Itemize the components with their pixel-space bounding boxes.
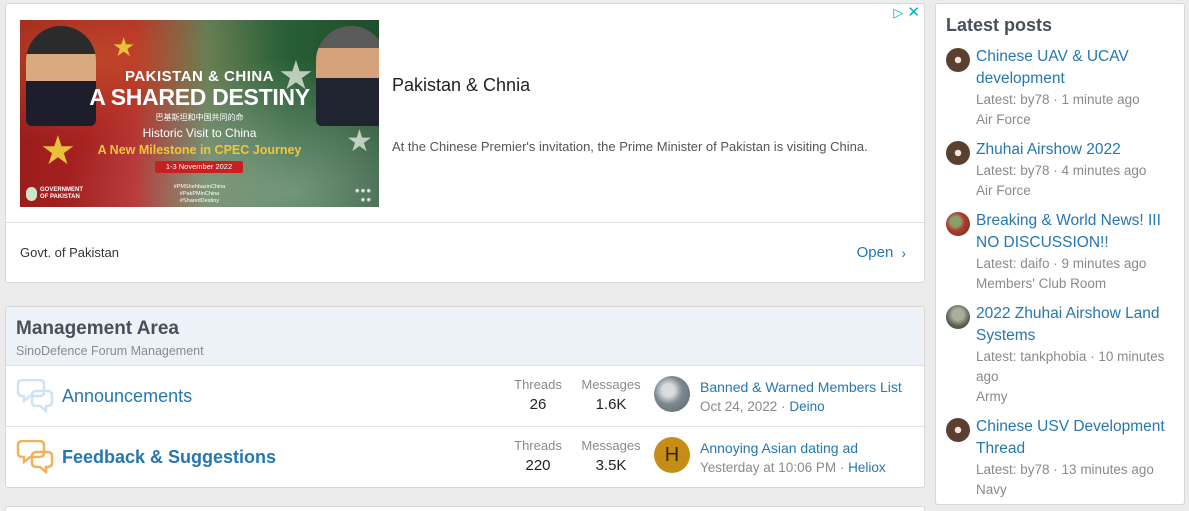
ad-title[interactable]: Pakistan & Chnia <box>392 75 530 96</box>
last-post-title[interactable]: Annoying Asian dating ad <box>700 440 858 456</box>
ad-description: At the Chinese Premier's invitation, the… <box>392 139 868 154</box>
latest-post-item: 2022 Zhuhai Airshow Land Systems Latest:… <box>946 303 1178 407</box>
latest-post-title[interactable]: 2022 Zhuhai Airshow Land Systems <box>976 303 1178 347</box>
ad-open-button[interactable]: Open › <box>857 244 906 261</box>
threads-stat: Threads 26 <box>503 377 573 413</box>
avatar[interactable] <box>946 48 970 72</box>
category-header: Management Area SinoDefence Forum Manage… <box>6 307 924 366</box>
forum-node-title[interactable]: Announcements <box>62 386 192 407</box>
latest-post-item: Breaking & World News! III NO DISCUSSION… <box>946 210 1178 294</box>
ad-headline-cpec: A New Milestone in CPEC Journey <box>97 143 302 157</box>
ad-choices[interactable]: ▷ ✕ <box>893 5 920 20</box>
category-block-management: Management Area SinoDefence Forum Manage… <box>5 306 925 488</box>
threads-count: 220 <box>525 457 551 474</box>
latest-post-forum[interactable]: Navy <box>976 480 1178 500</box>
close-icon[interactable]: ✕ <box>907 5 920 20</box>
last-post-date[interactable]: Oct 24, 2022 <box>700 399 777 414</box>
social-handles-icon: ◉ ◉ ◉ ◉ ◉ <box>355 188 371 203</box>
latest-post-item: Zhuhai Airshow 2022 Latest: by78 · 4 min… <box>946 139 1178 201</box>
category-description: SinoDefence Forum Management <box>16 344 204 358</box>
messages-label: Messages <box>581 438 641 453</box>
latest-posts-widget: Latest posts Chinese UAV & UCAV developm… <box>935 3 1185 505</box>
category-title[interactable]: Management Area <box>16 318 914 340</box>
latest-post-item: Chinese USV Development Thread Latest: b… <box>946 416 1178 500</box>
ad-headline-chinese: 巴基斯坦和中国共同的命 <box>155 113 244 122</box>
latest-post-meta[interactable]: Latest: daifo · 9 minutes ago <box>976 254 1178 274</box>
latest-post-forum[interactable]: Air Force <box>976 110 1178 130</box>
adchoices-icon[interactable]: ▷ <box>893 6 903 20</box>
threads-count: 26 <box>529 396 547 413</box>
latest-post-forum[interactable]: Members' Club Room <box>976 274 1178 294</box>
last-post-user[interactable]: Heliox <box>848 460 886 475</box>
avatar[interactable] <box>946 141 970 165</box>
ad-open-label: Open <box>856 244 894 261</box>
forum-node-feedback: Feedback & Suggestions Threads 220 Messa… <box>6 427 924 487</box>
meta-separator: · <box>839 460 845 475</box>
gov-logo: GOVERNMENT OF PAKISTAN <box>26 187 83 201</box>
last-post-meta: Oct 24, 2022 · Deino <box>700 399 825 414</box>
latest-post-meta[interactable]: Latest: tankphobia · 10 minutes ago <box>976 347 1178 387</box>
avatar[interactable] <box>946 418 970 442</box>
latest-post-meta[interactable]: Latest: by78 · 4 minutes ago <box>976 161 1178 181</box>
chat-bubbles-icon <box>16 379 54 413</box>
ad-headline-top: PAKISTAN & CHINA <box>124 68 275 85</box>
threads-label: Threads <box>514 438 562 453</box>
messages-stat: Messages 3.5K <box>576 438 646 474</box>
next-category-block <box>5 506 925 511</box>
widget-title: Latest posts <box>946 15 1053 35</box>
advertisement[interactable]: ▷ ✕ ★ ★ ★ ★ PAKISTAN & CHINA A SHARED DE… <box>5 3 925 283</box>
last-post-title[interactable]: Banned & Warned Members List <box>700 379 902 395</box>
latest-post-item: Chinese UAV & UCAV development Latest: b… <box>946 46 1178 130</box>
last-post-user[interactable]: Deino <box>789 399 824 414</box>
avatar[interactable] <box>946 212 970 236</box>
star-icon: ★ <box>112 32 136 62</box>
divider <box>6 222 924 223</box>
latest-post-forum[interactable]: Air Force <box>976 181 1178 201</box>
gov-logo-line: GOVERNMENT <box>40 187 84 193</box>
ad-date: 1-3 November 2022 <box>155 161 243 173</box>
latest-post-title[interactable]: Breaking & World News! III NO DISCUSSION… <box>976 210 1178 254</box>
threads-label: Threads <box>514 377 562 392</box>
last-post-date[interactable]: Yesterday at 10:06 PM <box>700 460 836 475</box>
messages-stat: Messages 1.6K <box>576 377 646 413</box>
ad-source: Govt. of Pakistan <box>20 245 119 260</box>
latest-post-title[interactable]: Zhuhai Airshow 2022 <box>976 139 1178 161</box>
ad-headline-visit: Historic Visit to China <box>142 126 257 140</box>
forum-node-announcements: Announcements Threads 26 Messages 1.6K B… <box>6 366 924 427</box>
messages-label: Messages <box>581 377 641 392</box>
messages-count: 1.6K <box>595 396 627 413</box>
avatar[interactable] <box>946 305 970 329</box>
messages-count: 3.5K <box>595 457 627 474</box>
latest-post-forum[interactable]: Army <box>976 387 1178 407</box>
meta-separator: · <box>781 399 786 414</box>
ad-headline-main: A SHARED DESTINY <box>89 84 310 110</box>
latest-post-title[interactable]: Chinese UAV & UCAV development <box>976 46 1178 90</box>
gov-logo-line: OF PAKISTAN <box>40 194 80 200</box>
forum-node-title[interactable]: Feedback & Suggestions <box>62 447 276 468</box>
latest-post-title[interactable]: Chinese USV Development Thread <box>976 416 1178 460</box>
threads-stat: Threads 220 <box>503 438 573 474</box>
chevron-right-icon: › <box>901 244 906 261</box>
last-post-meta: Yesterday at 10:06 PM · Heliox <box>700 460 886 475</box>
latest-post-meta[interactable]: Latest: by78 · 1 minute ago <box>976 90 1178 110</box>
chat-bubbles-icon <box>16 440 54 474</box>
ad-image[interactable]: ★ ★ ★ ★ PAKISTAN & CHINA A SHARED DESTIN… <box>20 20 379 207</box>
avatar[interactable]: H <box>654 437 690 473</box>
latest-post-meta[interactable]: Latest: by78 · 13 minutes ago <box>976 460 1178 480</box>
avatar[interactable] <box>654 376 690 412</box>
